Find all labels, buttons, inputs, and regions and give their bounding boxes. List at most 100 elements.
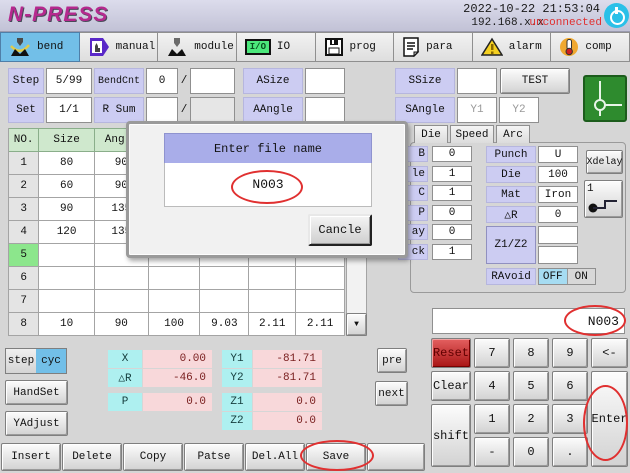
key-7[interactable]: 7	[474, 338, 510, 368]
filename-field[interactable]: N003	[164, 163, 372, 207]
die-value-field[interactable]: 100	[538, 166, 578, 183]
key-shift[interactable]: shift	[431, 404, 471, 467]
cell-size[interactable]: 90	[39, 198, 95, 221]
tab-alarm[interactable]: alarm	[473, 32, 552, 62]
table-row[interactable]: 8 10 90 100 9.03 2.11 2.11	[9, 313, 345, 336]
cell-7[interactable]	[296, 267, 345, 290]
key-6[interactable]: 6	[552, 371, 588, 401]
insert-button[interactable]: Insert	[1, 443, 61, 471]
table-row[interactable]: 6	[9, 267, 345, 290]
cell-size[interactable]	[39, 267, 95, 290]
ravoid-on-option[interactable]: ON	[567, 269, 596, 284]
scroll-down-button[interactable]: ▼	[346, 313, 367, 336]
retract-flag-button[interactable]: 1	[584, 180, 623, 218]
power-icon[interactable]	[604, 3, 629, 28]
set-value-field[interactable]: 1/1	[46, 97, 92, 123]
test-button[interactable]: TEST	[500, 68, 570, 94]
asize-value-field[interactable]	[305, 68, 345, 94]
tab-prog[interactable]: prog	[316, 32, 395, 62]
tab-comp[interactable]: comp	[551, 32, 630, 62]
sangle-y2-field[interactable]: Y2	[499, 97, 539, 123]
param-value-field[interactable]: 1	[432, 185, 472, 201]
param-value-field[interactable]: 1	[432, 244, 472, 260]
step-value-field[interactable]: 5/99	[46, 68, 92, 94]
key-2[interactable]: 2	[513, 404, 549, 434]
cell-5[interactable]: 9.03	[200, 313, 249, 336]
pre-button[interactable]: pre	[377, 348, 407, 373]
z2-value-field[interactable]	[538, 246, 578, 264]
param-value-field[interactable]: 0	[432, 224, 472, 240]
xdelay-button[interactable]: Xdelay	[586, 150, 623, 174]
cell-6[interactable]	[249, 290, 296, 313]
bendcnt-total-field[interactable]	[190, 68, 235, 94]
key-0[interactable]: 0	[513, 437, 549, 467]
ravoid-off-option[interactable]: OFF	[539, 269, 567, 284]
cell-5[interactable]	[200, 267, 249, 290]
key-enter[interactable]: Enter	[591, 371, 628, 467]
key-minus[interactable]: -	[474, 437, 510, 467]
rsum-value-field[interactable]	[146, 97, 178, 123]
cancel-button[interactable]: Cancle	[308, 214, 372, 246]
cell-4[interactable]: 100	[149, 313, 201, 336]
bendcnt-value-field[interactable]: 0	[146, 68, 178, 94]
key-5[interactable]: 5	[513, 371, 549, 401]
cell-size[interactable]: 80	[39, 152, 95, 175]
sangle-y1-field[interactable]: Y1	[457, 97, 497, 123]
key-8[interactable]: 8	[513, 338, 549, 368]
yadjust-button[interactable]: YAdjust	[5, 411, 68, 436]
delta-r-value-field[interactable]: 0	[538, 206, 578, 223]
go-origin-button[interactable]	[583, 75, 627, 122]
cell-size[interactable]	[39, 244, 95, 267]
cyc-mode-option[interactable]: cyc	[36, 349, 66, 373]
table-row[interactable]: 7	[9, 290, 345, 313]
param-value-field[interactable]: 0	[432, 146, 472, 162]
key-backspace[interactable]: <-	[591, 338, 628, 368]
key-clear[interactable]: Clear	[431, 371, 471, 401]
cell-4[interactable]	[149, 267, 201, 290]
aangle-value-field[interactable]	[305, 97, 345, 123]
cell-size[interactable]	[39, 290, 95, 313]
ssize-value-field[interactable]	[457, 68, 497, 94]
cell-size[interactable]: 60	[39, 175, 95, 198]
key-9[interactable]: 9	[552, 338, 588, 368]
tab-speed[interactable]: Speed	[450, 125, 494, 143]
delete-button[interactable]: Delete	[62, 443, 122, 471]
tab-module[interactable]: module	[158, 32, 237, 62]
copy-button[interactable]: Copy	[123, 443, 183, 471]
cell-angle[interactable]	[95, 267, 149, 290]
next-button[interactable]: next	[375, 381, 408, 406]
empty-button[interactable]	[367, 443, 425, 471]
cell-7[interactable]	[296, 290, 345, 313]
handset-button[interactable]: HandSet	[5, 380, 68, 405]
step-cyc-toggle[interactable]: step cyc	[5, 348, 67, 374]
tab-io[interactable]: I/O IO	[237, 32, 316, 62]
save-button[interactable]: Save	[306, 443, 366, 471]
tab-arc[interactable]: Arc	[496, 125, 530, 143]
cell-7[interactable]: 2.11	[296, 313, 345, 336]
tab-bend[interactable]: bend	[0, 32, 80, 62]
key-reset[interactable]: Reset	[431, 338, 471, 368]
cell-5[interactable]	[200, 290, 249, 313]
punch-value-field[interactable]: U	[538, 146, 578, 163]
z1-value-field[interactable]	[538, 226, 578, 244]
keypad-display[interactable]: N003	[432, 308, 625, 334]
tab-die[interactable]: Die	[414, 125, 448, 143]
tab-para[interactable]: para	[394, 32, 473, 62]
cell-size[interactable]: 120	[39, 221, 95, 244]
step-mode-option[interactable]: step	[6, 349, 36, 373]
tab-manual[interactable]: manual	[80, 32, 159, 62]
cell-angle[interactable]: 90	[95, 313, 149, 336]
param-value-field[interactable]: 1	[432, 166, 472, 182]
key-1[interactable]: 1	[474, 404, 510, 434]
mat-value-field[interactable]: Iron	[538, 186, 578, 203]
param-value-field[interactable]: 0	[432, 205, 472, 221]
cell-size[interactable]: 10	[39, 313, 95, 336]
key-4[interactable]: 4	[474, 371, 510, 401]
cell-6[interactable]: 2.11	[249, 313, 296, 336]
z1z2-button[interactable]: Z1/Z2	[486, 226, 536, 264]
key-3[interactable]: 3	[552, 404, 588, 434]
key-dot[interactable]: .	[552, 437, 588, 467]
paste-button[interactable]: Patse	[184, 443, 244, 471]
delete-all-button[interactable]: Del.All	[245, 443, 305, 471]
cell-6[interactable]	[249, 267, 296, 290]
